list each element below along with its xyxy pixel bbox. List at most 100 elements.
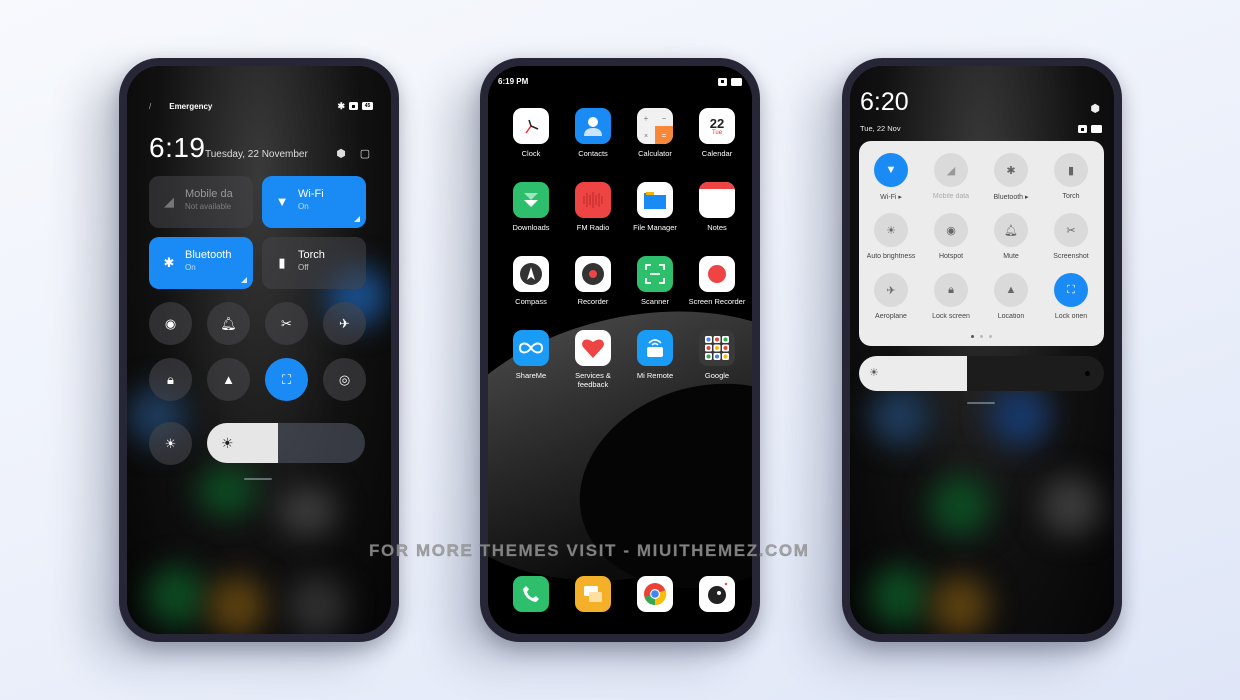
expand-corner-icon[interactable] <box>354 216 360 222</box>
calendar-day: 22 <box>709 115 725 131</box>
app-downloads[interactable]: Downloads <box>500 182 562 246</box>
tile-wifi[interactable]: ▼ Wi-Fi On <box>262 176 366 228</box>
app-label: Google <box>704 371 730 380</box>
toggle-screenshot[interactable]: ✂ <box>265 302 308 345</box>
blur-blob <box>990 386 1050 446</box>
qs-auto-brightness[interactable]: ☀ Auto brightness <box>861 213 921 270</box>
page-dot[interactable] <box>989 335 992 338</box>
app-recorder[interactable]: Recorder <box>562 256 624 320</box>
status-time: 6:19 PM <box>498 77 529 86</box>
qs-wifi[interactable]: ▼ Wi-Fi ▸ <box>861 153 921 210</box>
toggle-lock-screen[interactable]: 🔒︎ <box>149 358 192 401</box>
app-file-manager[interactable]: File Manager <box>624 182 686 246</box>
blur-blob <box>197 466 257 516</box>
page-dot[interactable] <box>971 335 974 338</box>
dock-camera[interactable] <box>686 576 748 616</box>
app-compass[interactable]: Compass <box>500 256 562 320</box>
location-icon: ▲ <box>994 273 1028 307</box>
screen: 6:20 Tue, 22 Nov ⬢ ▼ Wi-Fi ▸ ◢ Mobile data… <box>850 66 1114 634</box>
app-label: Recorder <box>577 297 609 306</box>
toggle-screen-record[interactable]: ◎ <box>323 358 366 401</box>
settings-hex-icon[interactable]: ⬢ <box>335 148 347 160</box>
quick-settings-panel: ▼ Wi-Fi ▸ ◢ Mobile data ✱ Bluetooth ▸ ▮ Torc… <box>859 141 1104 346</box>
app-mi-remote[interactable]: Mi Remote <box>624 330 686 394</box>
app-services-feedback[interactable]: Services & feedback <box>562 330 624 394</box>
file-manager-icon <box>637 182 673 218</box>
app-label: Mi Remote <box>636 371 674 380</box>
wifi-icon: ▼ <box>874 153 908 187</box>
dock-chrome[interactable] <box>624 576 686 616</box>
qs-aeroplane[interactable]: ✈ Aeroplane <box>861 273 921 330</box>
app-calendar[interactable]: 22 Tue Calendar <box>686 108 748 172</box>
qs-location[interactable]: ▲ Location <box>981 273 1041 330</box>
app-shareme[interactable]: ShareMe <box>500 330 562 394</box>
screen: / Emergency ✱ 45 6:19 Tuesday, 22 Novemb… <box>127 66 391 634</box>
sun-icon: ☀ <box>221 435 234 451</box>
status-bar: 6:19 PM <box>498 77 742 86</box>
qs-mute[interactable]: 🔔︎ Mute <box>981 213 1041 270</box>
qs-hotspot[interactable]: ◉ Hotspot <box>921 213 981 270</box>
app-label: FM Radio <box>576 223 610 232</box>
expand-corner-icon[interactable] <box>241 277 247 283</box>
calculator-icon: + − × = <box>637 108 673 144</box>
tile-mobile-data[interactable]: ◢ Mobile da Not available <box>149 176 253 228</box>
rotation-lock-icon: ⛶ <box>281 371 292 387</box>
downloads-icon <box>513 182 549 218</box>
app-grid: Clock Contacts + − × = Calculator 22 Tue C <box>500 108 748 394</box>
status-bar: / Emergency ✱ 45 <box>149 100 373 112</box>
qs-torch[interactable]: ▮ Torch <box>1041 153 1101 210</box>
app-notes[interactable]: Notes <box>686 182 748 246</box>
qs-mobile-data[interactable]: ◢ Mobile data <box>921 153 981 210</box>
dock-messages[interactable] <box>562 576 624 616</box>
phone-icon <box>513 576 549 612</box>
page-dot[interactable] <box>980 335 983 338</box>
toggle-hotspot[interactable]: ◉ <box>149 302 192 345</box>
app-label: Compass <box>515 297 547 306</box>
drag-handle[interactable] <box>244 478 272 480</box>
app-calculator[interactable]: + − × = Calculator <box>624 108 686 172</box>
toggle-mute[interactable]: 🔔︎ <box>207 302 250 345</box>
scissors-icon: ✂ <box>1054 213 1088 247</box>
settings-hex-icon[interactable]: ⬢ <box>1090 102 1100 115</box>
toggle-rotation-lock[interactable]: ⛶ <box>265 358 308 401</box>
tile-torch[interactable]: ▮ Torch Off <box>262 237 366 289</box>
sim-icon <box>349 102 358 110</box>
tile-title: Wi-Fi <box>298 188 324 200</box>
toggle-airplane[interactable]: ✈ <box>323 302 366 345</box>
tile-status: On <box>298 202 309 211</box>
battery-icon: 45 <box>362 102 373 110</box>
battery-icon <box>731 77 742 86</box>
messages-icon <box>575 576 611 612</box>
app-google-folder[interactable]: Google <box>686 330 748 394</box>
chrome-icon <box>637 576 673 612</box>
brightness-slider[interactable]: ☀ <box>859 356 1104 391</box>
app-label: Services & feedback <box>575 371 611 389</box>
tile-bluetooth[interactable]: ✱ Bluetooth On <box>149 237 253 289</box>
brightness-slider[interactable]: ☀ <box>207 423 365 463</box>
app-contacts[interactable]: Contacts <box>562 108 624 172</box>
app-scanner[interactable]: Scanner <box>624 256 686 320</box>
app-screen-recorder[interactable]: Screen Recorder <box>686 256 748 320</box>
torch-icon: ▮ <box>1054 153 1088 187</box>
app-fm-radio[interactable]: FM Radio <box>562 182 624 246</box>
services-feedback-icon <box>575 330 611 366</box>
edit-icon[interactable]: ▢ <box>359 148 371 160</box>
blur-blob <box>930 476 990 536</box>
qs-label: Torch <box>1062 193 1080 200</box>
tile-status: Off <box>298 263 309 272</box>
qs-label: Auto brightness <box>866 253 916 260</box>
qs-bluetooth[interactable]: ✱ Bluetooth ▸ <box>981 153 1041 210</box>
qs-lock-screen[interactable]: 🔒︎ Lock screen <box>921 273 981 330</box>
qs-label: Mobile data <box>932 193 970 200</box>
auto-brightness-icon: ☀ <box>874 213 908 247</box>
bluetooth-icon: ✱ <box>163 255 175 270</box>
drag-handle[interactable] <box>967 402 995 404</box>
qs-lock-orientation[interactable]: ⛶ Lock orien <box>1041 273 1101 330</box>
dock-phone[interactable] <box>500 576 562 616</box>
blur-blob <box>147 566 207 626</box>
brightness-fill <box>207 423 279 463</box>
auto-brightness-button[interactable]: ☀ <box>149 422 192 465</box>
qs-screenshot[interactable]: ✂ Screenshot <box>1041 213 1101 270</box>
toggle-location[interactable]: ▲ <box>207 358 250 401</box>
app-clock[interactable]: Clock <box>500 108 562 172</box>
